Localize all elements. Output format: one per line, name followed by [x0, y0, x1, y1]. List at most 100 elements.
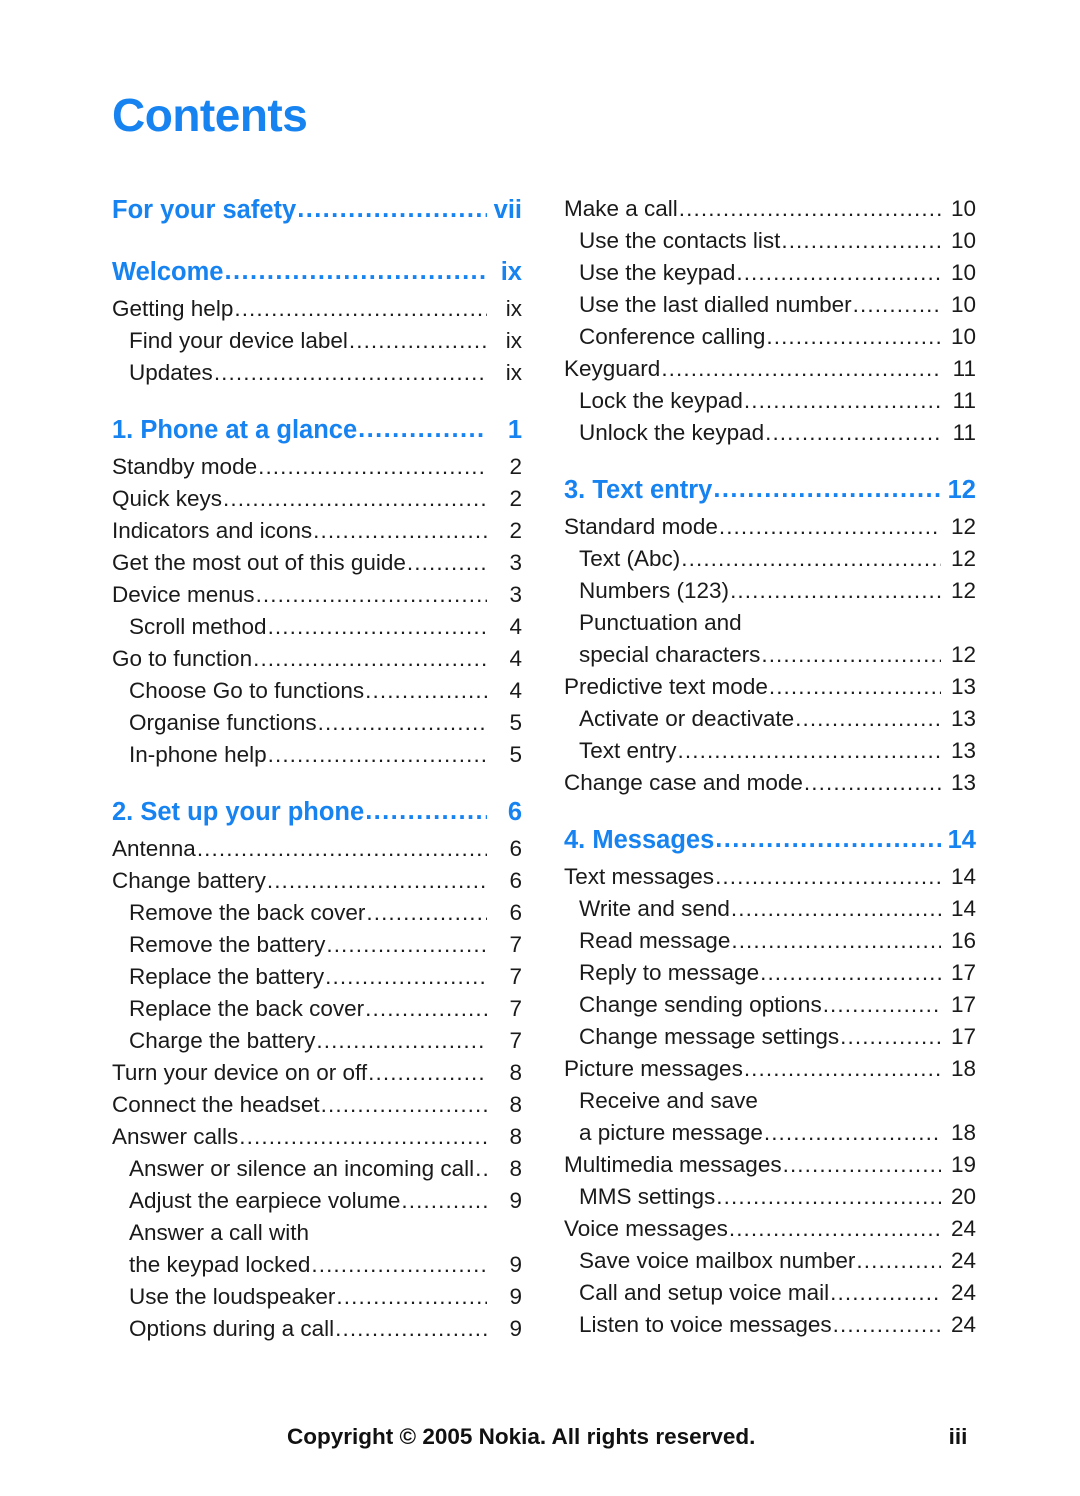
toc-entry[interactable]: Text (Abc)..............................…	[564, 547, 976, 580]
toc-entry[interactable]: Text messages...........................…	[564, 864, 976, 898]
toc-entry[interactable]: Choose Go to functions..................…	[112, 678, 522, 712]
toc-entry[interactable]: Standby mode............................…	[112, 455, 522, 488]
page-folio: iii	[948, 1424, 968, 1449]
toc-entry[interactable]: Use the keypad..........................…	[564, 261, 976, 294]
toc-entry[interactable]: Use the contacts list...................…	[564, 229, 976, 262]
toc-entry[interactable]: In-phone help...........................…	[112, 743, 522, 776]
toc-entry[interactable]: Change case and mode....................…	[564, 771, 976, 804]
toc-leader-dots: ....................................	[743, 390, 941, 413]
toc-chapter-entry[interactable]: 2. Set up your phone.................. 6	[112, 799, 522, 838]
toc-page-number: 12	[947, 476, 976, 504]
toc-entry[interactable]: Options during a call...................…	[112, 1317, 522, 1350]
toc-entry[interactable]: Change sending options..................…	[564, 992, 976, 1026]
toc-entry[interactable]: Answer calls............................…	[112, 1125, 522, 1158]
toc-leader-dots: .............................	[782, 1154, 941, 1177]
toc-entry[interactable]: Keyguard................................…	[564, 357, 976, 390]
toc-entry[interactable]: Scroll method...........................…	[112, 615, 522, 648]
toc-leader-dots: .......................................	[718, 516, 941, 539]
toc-entry[interactable]: Activate or deactivate..................…	[564, 706, 976, 740]
toc-page-number: 17	[950, 992, 976, 1017]
toc-leader-dots: .................................	[317, 712, 487, 735]
toc-entry[interactable]: Adjust the earpiece volume..............…	[112, 1189, 522, 1222]
toc-chapter-entry[interactable]: For your safety.........................…	[112, 196, 522, 236]
toc-entry-label: MMS settings	[579, 1184, 716, 1209]
toc-entry[interactable]: Conference calling......................…	[564, 325, 976, 358]
toc-leader-dots: ..............................	[715, 827, 941, 853]
toc-entry[interactable]: Getting help............................…	[112, 297, 522, 330]
toc-page-number: 11	[952, 388, 976, 413]
toc-entry-label: Activate or deactivate	[579, 706, 795, 731]
toc-entry[interactable]: Punctuation and	[564, 611, 976, 644]
toc-entry-label: Turn your device on or off	[112, 1060, 368, 1085]
toc-leader-dots: .................................	[320, 1094, 487, 1117]
toc-entry-label: Text messages	[564, 864, 715, 889]
toc-entry[interactable]: Read message............................…	[564, 928, 976, 962]
toc-entry[interactable]: Predictive text mode....................…	[564, 675, 976, 708]
toc-entry[interactable]: a picture message.......................…	[564, 1121, 976, 1154]
toc-entry[interactable]: Picture messages........................…	[564, 1057, 976, 1090]
toc-leader-dots: ..............................	[768, 676, 941, 699]
toc-leader-dots: ....................................	[730, 898, 941, 921]
toc-entry[interactable]: Unlock the keypad.......................…	[564, 421, 976, 454]
toc-entry[interactable]: Make a call.............................…	[564, 197, 976, 230]
toc-entry[interactable]: Turn your device on or off..............…	[112, 1060, 522, 1094]
toc-entry[interactable]: Device menus............................…	[112, 583, 522, 616]
toc-entry[interactable]: Remove the battery......................…	[112, 933, 522, 966]
toc-entry[interactable]: Multimedia messages.....................…	[564, 1153, 976, 1186]
toc-entry-label: Choose Go to functions	[129, 678, 365, 703]
toc-entry[interactable]: Receive and save	[564, 1089, 976, 1122]
toc-chapter-entry[interactable]: Welcome.................................…	[112, 259, 522, 298]
toc-entry[interactable]: special characters......................…	[564, 642, 976, 676]
toc-page-number: 1	[507, 416, 522, 444]
toc-entry-label: special characters	[579, 642, 761, 667]
toc-leader-dots: ........................................…	[234, 298, 487, 321]
toc-entry[interactable]: Indicators and icons....................…	[112, 518, 522, 552]
toc-entry[interactable]: Lock the keypad.........................…	[564, 388, 976, 422]
toc-entry[interactable]: Reply to message........................…	[564, 961, 976, 994]
toc-entry[interactable]: Charge the battery......................…	[112, 1028, 522, 1062]
toc-entry[interactable]: Use the loudspeaker.....................…	[112, 1285, 522, 1318]
toc-entry[interactable]: Connect the headset.....................…	[112, 1093, 522, 1126]
toc-entry[interactable]: MMS settings............................…	[564, 1184, 976, 1218]
toc-page-number: 7	[509, 1028, 522, 1053]
toc-entry[interactable]: Voice messages..........................…	[564, 1217, 976, 1250]
toc-leader-dots: ........................................…	[196, 838, 487, 861]
toc-entry[interactable]: Standard mode...........................…	[564, 515, 976, 548]
toc-entry[interactable]: Listen to voice messages................…	[564, 1312, 976, 1346]
toc-entry-label: Updates	[129, 360, 213, 385]
toc-entry[interactable]: Remove the back cover...................…	[112, 901, 522, 934]
toc-entry[interactable]: Antenna.................................…	[112, 837, 522, 870]
toc-entry[interactable]: Numbers (123)...........................…	[564, 579, 976, 612]
toc-entry-label: Listen to voice messages	[579, 1312, 832, 1337]
toc-entry[interactable]: Replace the battery.....................…	[112, 965, 522, 998]
toc-entry[interactable]: Find your device label..................…	[112, 329, 522, 362]
toc-page-number: 2	[509, 518, 522, 543]
toc-entry[interactable]: Text entry..............................…	[564, 739, 976, 772]
toc-chapter-entry[interactable]: 3. Text entry...........................…	[564, 476, 976, 516]
toc-leader-dots: .................................	[224, 259, 488, 285]
toc-page-number: 16	[950, 928, 976, 953]
toc-entry[interactable]: Change message settings.................…	[564, 1025, 976, 1058]
toc-leader-dots: .................................	[760, 962, 941, 985]
toc-entry[interactable]: Organise functions......................…	[112, 711, 522, 744]
toc-entry[interactable]: Call and setup voice mail...............…	[564, 1281, 976, 1314]
toc-page-number: 6	[509, 868, 522, 893]
toc-page-number: vii	[493, 196, 522, 224]
toc-entry[interactable]: the keypad locked.......................…	[112, 1253, 522, 1286]
toc-entry[interactable]: Quick keys..............................…	[112, 487, 522, 520]
toc-entry[interactable]: Answer a call with	[112, 1221, 522, 1254]
toc-entry[interactable]: Updates.................................…	[112, 360, 522, 394]
toc-entry[interactable]: Go to function..........................…	[112, 647, 522, 680]
toc-entry[interactable]: Change battery..........................…	[112, 868, 522, 902]
toc-chapter-entry[interactable]: 4. Messages.............................…	[564, 827, 976, 866]
toc-leader-dots: ........................................…	[661, 358, 941, 381]
toc-entry[interactable]: Write and send..........................…	[564, 897, 976, 930]
toc-entry[interactable]: Replace the back cover..................…	[112, 997, 522, 1030]
toc-entry[interactable]: Answer or silence an incoming call.... 8	[112, 1157, 522, 1190]
toc-entry[interactable]: Save voice mailbox number.............. 2…	[564, 1249, 976, 1282]
toc-entry[interactable]: Use the last dialled number.............…	[564, 292, 976, 326]
toc-entry-label: Use the last dialled number	[579, 292, 852, 317]
toc-chapter-entry[interactable]: 1. Phone at a glance................... 1	[112, 416, 522, 456]
toc-entry[interactable]: Get the most out of this guide..........…	[112, 551, 522, 584]
toc-leader-dots: ..................	[830, 1282, 941, 1305]
